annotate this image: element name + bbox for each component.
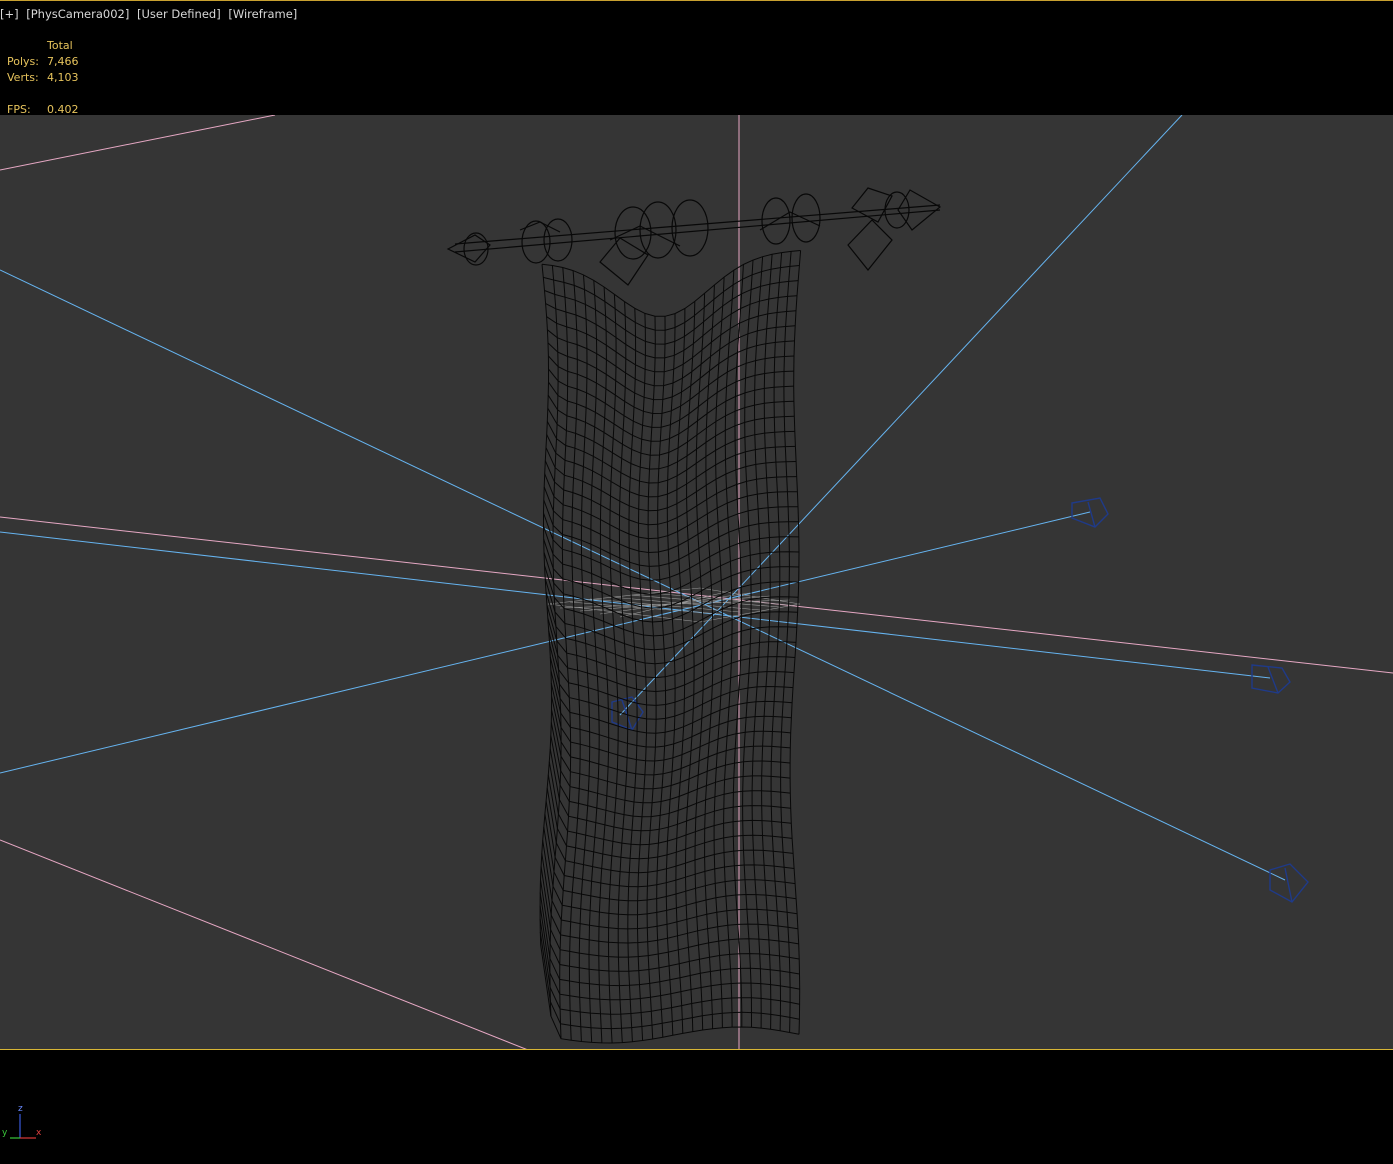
viewport-menu-plus[interactable]: [+] (0, 7, 19, 21)
viewport-view-menu[interactable]: [User Defined] (137, 7, 221, 21)
viewport-camera-menu[interactable]: [PhysCamera002] (26, 7, 129, 21)
curtain-wire-row (546, 421, 795, 484)
camera-view[interactable] (0, 115, 1393, 1050)
curtain-wire-row (551, 696, 791, 776)
safe-frame-bottom (0, 1049, 1393, 1050)
curtain-wire-row (549, 656, 793, 734)
viewport-label-bar: [+] [PhysCamera002] [User Defined] [Wire… (0, 7, 301, 21)
viewport-shading-menu[interactable]: [Wireframe] (228, 7, 297, 21)
axis-gizmo: z y x (0, 1100, 50, 1150)
gizmo-x-label: x (36, 1128, 42, 1138)
verts-label: Verts: (7, 71, 39, 84)
grid-line (0, 516, 1393, 674)
grid-line (0, 839, 529, 1050)
curtain-rod[interactable] (446, 187, 942, 286)
stats-header: Total (47, 39, 73, 52)
viewport[interactable]: [+] [PhysCamera002] [User Defined] [Wire… (0, 0, 1393, 1164)
grid-line (0, 115, 276, 171)
light-box-icon[interactable] (1251, 664, 1291, 694)
plane-wire (547, 587, 801, 623)
viewport-top-border (0, 0, 1393, 1)
verts-value: 4,103 (47, 71, 79, 84)
polys-label: Polys: (7, 55, 39, 68)
axis-gizmo-icon (10, 1114, 36, 1139)
polys-value: 7,466 (47, 55, 79, 68)
curtain-mesh[interactable] (539, 250, 802, 1044)
gizmo-y-label: y (2, 1128, 8, 1138)
curtain-wire-row (551, 709, 791, 790)
curtain-wire-row (541, 250, 801, 317)
scene-svg (0, 115, 1393, 1050)
light-box-icon[interactable] (1269, 863, 1309, 903)
gizmo-z-label: z (18, 1104, 23, 1114)
light-lines (0, 115, 1286, 881)
